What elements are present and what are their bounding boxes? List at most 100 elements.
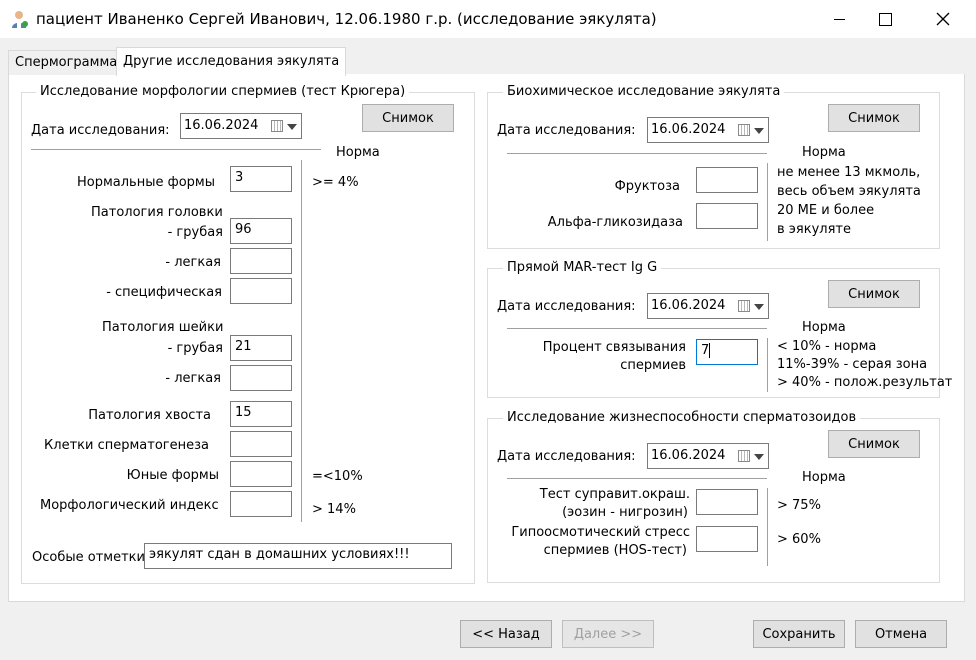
chevron-down-icon: [287, 124, 297, 130]
normal-forms-label: Нормальные формы: [76, 175, 215, 190]
young-forms-input[interactable]: [230, 461, 292, 487]
glucosidase-input[interactable]: [696, 203, 758, 229]
young-forms-label: Юные формы: [126, 468, 219, 483]
fructose-input[interactable]: [696, 167, 758, 193]
calendar-icon: [738, 300, 750, 312]
viability-group-title: Исследование жизнеспособности сперматозо…: [503, 410, 861, 425]
neck-rough-label: - грубая: [167, 341, 223, 356]
viability-divider: [507, 478, 767, 479]
mar-date-picker[interactable]: 16.06.2024: [647, 293, 769, 319]
neck-rough-input[interactable]: 21: [230, 335, 292, 361]
morph-index-label: Морфологический индекс: [40, 498, 219, 513]
stain-test-input[interactable]: [696, 489, 758, 515]
chevron-down-icon: [754, 128, 764, 134]
mar-norm-header: Норма: [802, 320, 846, 335]
tab-other-studies[interactable]: Другие исследования эякулята: [116, 47, 347, 76]
normal-forms-norm: >= 4%: [312, 175, 359, 190]
biochem-date-value: 16.06.2024: [651, 122, 726, 137]
doctor-app-icon: [12, 11, 28, 28]
minimize-button[interactable]: [816, 0, 862, 38]
notes-input[interactable]: эякулят сдан в домашних условиях!!!: [144, 543, 452, 569]
biochem-date-label: Дата исследования:: [497, 123, 636, 138]
calendar-icon: [738, 124, 750, 136]
close-icon: [936, 12, 950, 26]
hos-test-norm: > 60%: [777, 532, 821, 547]
head-light-label: - легкая: [165, 255, 221, 270]
back-button[interactable]: << Назад: [460, 620, 552, 648]
chevron-down-icon: [754, 454, 764, 460]
stain-test-label-2: (эозин - нигрозин): [562, 505, 688, 520]
viability-snapshot-button[interactable]: Снимок: [828, 430, 920, 458]
tail-pathology-input[interactable]: 15: [230, 401, 292, 427]
maximize-button[interactable]: [862, 0, 908, 38]
kruger-snapshot-button[interactable]: Снимок: [362, 104, 454, 132]
normal-forms-input[interactable]: 3: [230, 166, 292, 192]
biochem-norm-line-1: не менее 13 мкмоль,: [777, 165, 921, 180]
mar-norm-separator: [767, 338, 768, 392]
binding-label-1: Процент связывания: [542, 340, 686, 355]
binding-percent-value: 7: [701, 343, 710, 358]
biochem-norm-line-3: 20 МЕ и более: [777, 203, 875, 218]
head-specific-label: - специфическая: [106, 285, 222, 300]
viability-norm-header: Норма: [802, 470, 846, 485]
binding-percent-input[interactable]: 7: [696, 339, 758, 365]
hos-test-input[interactable]: [696, 526, 758, 552]
viability-date-label: Дата исследования:: [497, 449, 636, 464]
tab-spermogram[interactable]: Спермограмма: [8, 50, 125, 75]
young-forms-norm: =<10%: [312, 469, 363, 484]
kruger-norm-separator: [301, 160, 302, 522]
mar-date-label: Дата исследования:: [497, 299, 636, 314]
mar-date-value: 16.06.2024: [651, 298, 726, 313]
stain-test-norm: > 75%: [777, 498, 821, 513]
viability-date-picker[interactable]: 16.06.2024: [647, 443, 769, 469]
kruger-norm-header: Норма: [336, 145, 380, 160]
calendar-icon: [271, 120, 283, 132]
mar-snapshot-button[interactable]: Снимок: [828, 280, 920, 308]
morph-index-norm: > 14%: [312, 502, 356, 517]
save-button[interactable]: Сохранить: [753, 620, 845, 648]
head-rough-input[interactable]: 96: [230, 218, 292, 244]
mar-divider: [507, 328, 767, 329]
biochem-norm-header: Норма: [802, 145, 846, 160]
biochem-snapshot-button[interactable]: Снимок: [828, 104, 920, 132]
window-title: пациент Иваненко Сергей Иванович, 12.06.…: [36, 10, 657, 28]
mar-norm-line-1: < 10% - норма: [777, 339, 877, 354]
minimize-icon: [833, 18, 845, 20]
next-button[interactable]: Далее >>: [562, 620, 654, 648]
text-cursor: [709, 343, 711, 358]
viability-norm-separator: [767, 488, 768, 566]
tail-pathology-label: Патология хвоста: [88, 408, 211, 423]
chevron-down-icon: [754, 304, 764, 310]
neck-pathology-label: Патология шейки: [102, 320, 224, 335]
spermatogenesis-cells-input[interactable]: [230, 431, 292, 457]
kruger-date-value: 16.06.2024: [184, 118, 259, 133]
stain-test-label-1: Тест суправит.окраш.: [539, 487, 690, 502]
viability-date-value: 16.06.2024: [651, 448, 726, 463]
kruger-date-picker[interactable]: 16.06.2024: [180, 113, 302, 139]
hos-test-label-1: Гипоосмотический стресс: [511, 525, 690, 540]
cancel-button[interactable]: Отмена: [855, 620, 947, 648]
calendar-icon: [738, 450, 750, 462]
biochem-date-picker[interactable]: 16.06.2024: [647, 117, 769, 143]
biochem-norm-separator: [767, 163, 768, 241]
fructose-label: Фруктоза: [614, 179, 680, 194]
notes-label: Особые отметки: [32, 550, 145, 565]
hos-test-label-2: спермиев (HOS-тест): [543, 543, 687, 558]
neck-light-input[interactable]: [230, 365, 292, 391]
kruger-divider: [31, 149, 321, 150]
biochem-norm-line-4: в эякуляте: [777, 222, 851, 237]
kruger-group-title: Исследование морфологии спермиев (тест К…: [36, 84, 410, 99]
biochem-divider: [507, 153, 767, 154]
head-specific-input[interactable]: [230, 278, 292, 304]
glucosidase-label: Альфа-гликозидаза: [547, 215, 683, 230]
morph-index-input[interactable]: [230, 491, 292, 517]
biochem-norm-line-2: весь объем эякулята: [777, 184, 921, 199]
spermatogenesis-cells-label: Клетки сперматогенеза: [44, 438, 209, 453]
maximize-icon: [878, 12, 892, 26]
mar-norm-line-3: > 40% - полож.результат: [777, 375, 953, 390]
head-light-input[interactable]: [230, 248, 292, 274]
mar-norm-line-2: 11%-39% - серая зона: [777, 357, 928, 372]
head-pathology-label: Патология головки: [91, 205, 223, 220]
mar-group-title: Прямой MAR-тест Ig G: [503, 260, 662, 275]
close-button[interactable]: [920, 0, 966, 38]
